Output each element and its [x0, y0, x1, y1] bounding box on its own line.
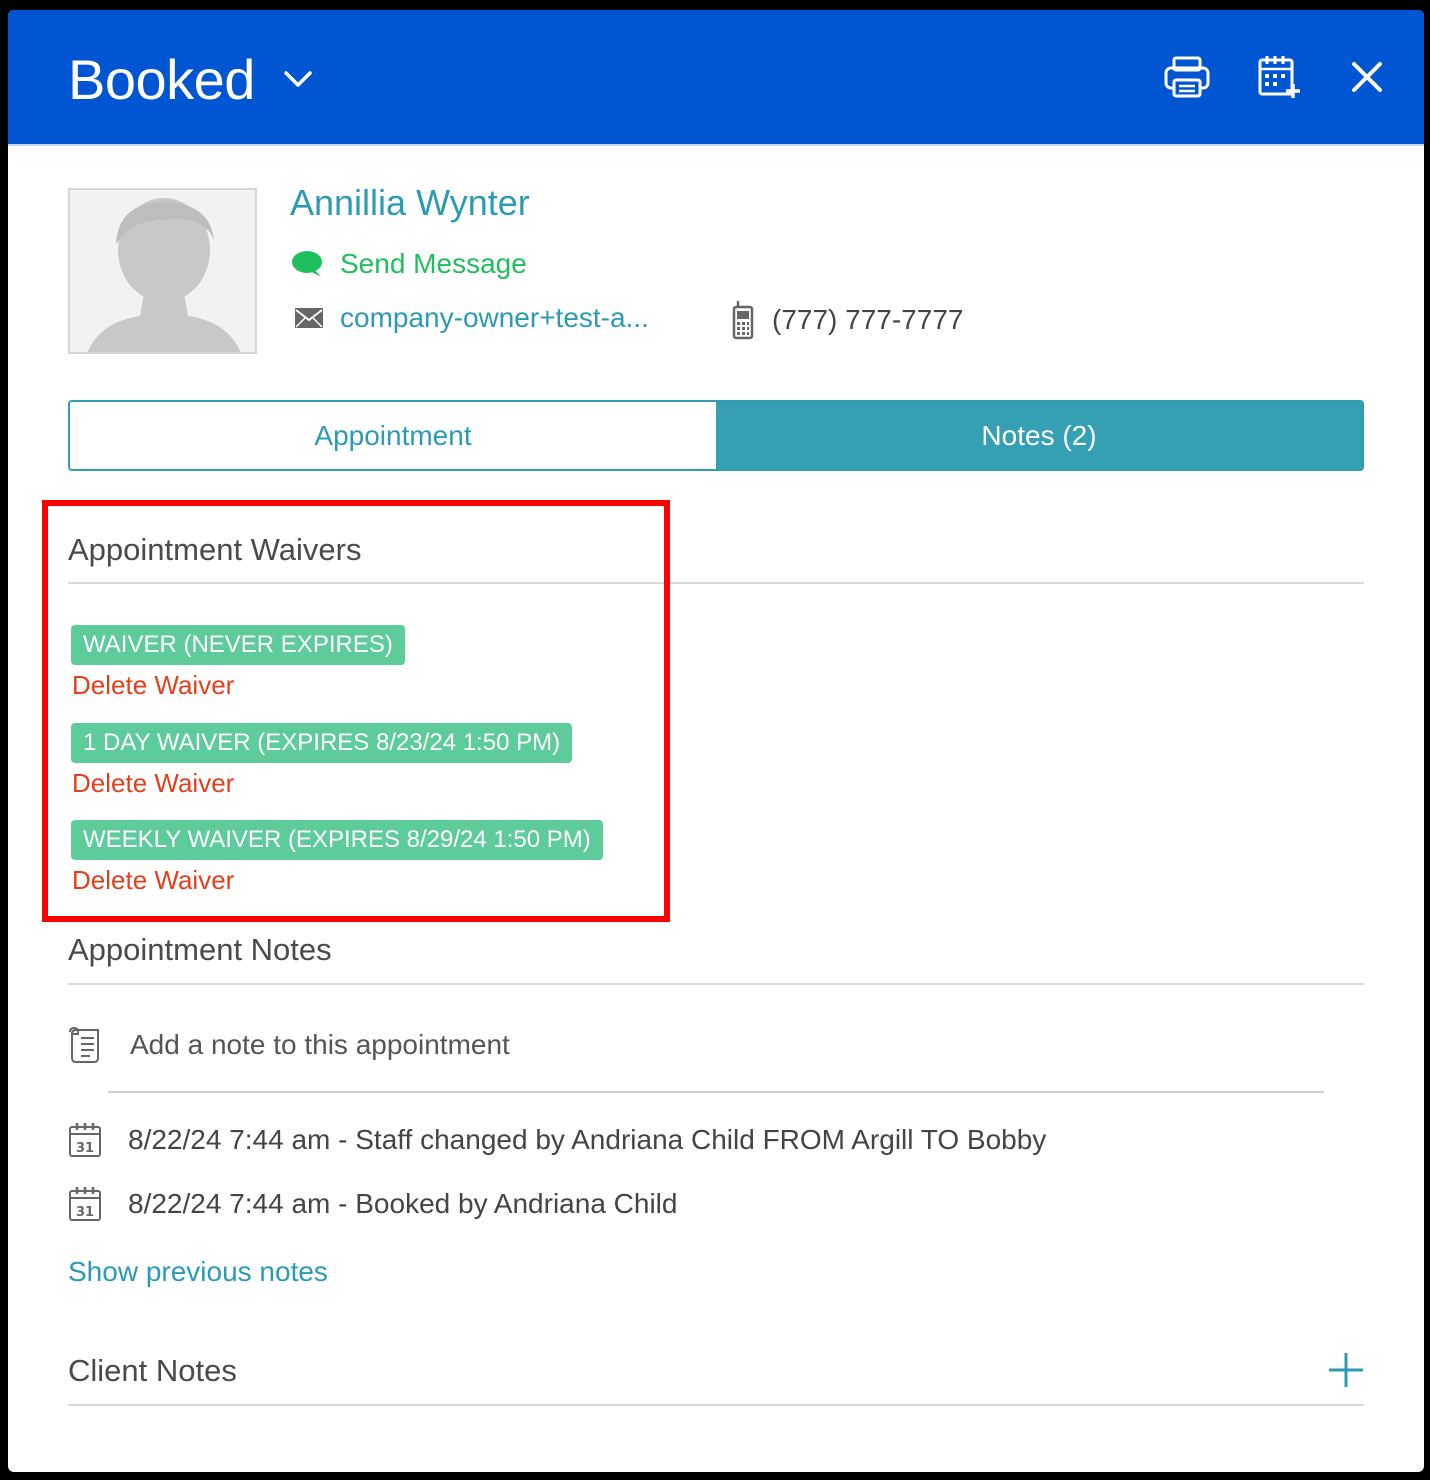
- waivers-divider: [68, 582, 1364, 584]
- waiver-badge: 1 DAY WAIVER (EXPIRES 8/23/24 1:50 PM): [71, 723, 573, 763]
- tab-appointment[interactable]: Appointment: [70, 402, 716, 469]
- note-text: 8/22/24 7:44 am - Booked by Andriana Chi…: [128, 1188, 678, 1219]
- delete-waiver-link[interactable]: Delete Waiver: [72, 768, 234, 799]
- client-notes-divider: [68, 1404, 1364, 1406]
- mobile-phone-icon: [732, 301, 754, 340]
- client-phone: (777) 777-7777: [772, 304, 964, 335]
- waivers-section-title: Appointment Waivers: [68, 532, 362, 567]
- tab-bar: Appointment Notes (2): [68, 400, 1364, 471]
- close-icon[interactable]: [1342, 52, 1392, 102]
- tab-notes[interactable]: Notes (2): [716, 402, 1362, 469]
- notes-divider: [68, 983, 1364, 985]
- chevron-down-icon: [284, 71, 312, 87]
- svg-text:31: 31: [76, 1141, 94, 1156]
- send-message-link[interactable]: Send Message: [290, 248, 527, 280]
- calendar-add-icon[interactable]: [1254, 52, 1304, 102]
- chat-bubble-icon: [292, 251, 322, 277]
- waiver-badge: WAIVER (NEVER EXPIRES): [71, 625, 405, 665]
- delete-waiver-link[interactable]: Delete Waiver: [72, 670, 234, 701]
- appointment-modal: Booked Annillia Wynter Send Message comp…: [8, 10, 1424, 1472]
- svg-text:31: 31: [76, 1205, 94, 1220]
- waiver-badge: WEEKLY WAIVER (EXPIRES 8/29/24 1:50 PM): [71, 820, 603, 860]
- send-message-label: Send Message: [340, 248, 527, 279]
- calendar-icon: 31: [69, 1187, 101, 1221]
- email-row: company-owner+test-a...: [294, 302, 660, 334]
- add-client-note-icon[interactable]: [1326, 1350, 1366, 1390]
- add-note-divider: [108, 1091, 1324, 1093]
- note-text: 8/22/24 7:44 am - Staff changed by Andri…: [128, 1124, 1047, 1155]
- client-email[interactable]: company-owner+test-a...: [340, 302, 660, 334]
- add-note-input[interactable]: Add a note to this appointment: [68, 1026, 510, 1064]
- show-previous-notes-link[interactable]: Show previous notes: [68, 1256, 328, 1288]
- status-dropdown[interactable]: Booked: [68, 44, 313, 114]
- client-name[interactable]: Annillia Wynter: [290, 182, 530, 224]
- person-silhouette-icon: [87, 198, 241, 352]
- envelope-icon: [295, 308, 323, 328]
- phone-row: (777) 777-7777: [732, 300, 963, 340]
- client-notes-title: Client Notes: [68, 1353, 237, 1388]
- modal-header: Booked: [8, 10, 1424, 146]
- scroll-note-icon: [69, 1026, 99, 1063]
- note-entry: 31 8/22/24 7:44 am - Booked by Andriana …: [68, 1186, 677, 1222]
- status-title: Booked: [68, 47, 255, 111]
- add-note-placeholder: Add a note to this appointment: [130, 1029, 510, 1060]
- note-entry: 31 8/22/24 7:44 am - Staff changed by An…: [68, 1122, 1046, 1158]
- calendar-icon: 31: [69, 1123, 101, 1157]
- notes-section-title: Appointment Notes: [68, 932, 332, 967]
- print-icon[interactable]: [1162, 52, 1212, 102]
- delete-waiver-link[interactable]: Delete Waiver: [72, 865, 234, 896]
- avatar: [68, 188, 257, 354]
